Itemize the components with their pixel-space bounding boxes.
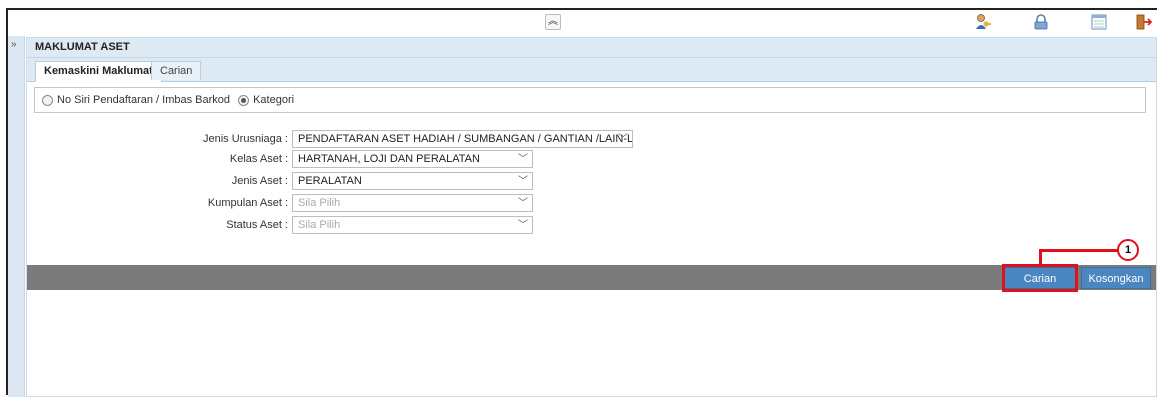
lock-icon[interactable] — [1032, 13, 1050, 31]
kelas-aset-value: HARTANAH, LOJI DAN PERALATAN — [298, 153, 480, 165]
callout-number-badge: 1 — [1117, 239, 1139, 261]
radio-no-siri[interactable] — [42, 94, 53, 106]
status-aset-select[interactable]: Sila Pilih ﹀ — [292, 216, 533, 234]
jenis-aset-label: Jenis Aset : — [231, 175, 288, 187]
carian-button-highlight — [1002, 264, 1078, 292]
user-key-icon[interactable] — [974, 13, 992, 31]
action-bar — [27, 265, 1156, 290]
chevron-down-icon: ﹀ — [518, 198, 528, 209]
kumpulan-aset-label: Kumpulan Aset : — [207, 197, 288, 209]
panel-title: MAKLUMAT ASET — [27, 38, 1156, 58]
top-toolbar: ︽ — [8, 10, 1157, 36]
kosongkan-button[interactable]: Kosongkan — [1081, 267, 1151, 289]
tab-kemaskini-maklumat[interactable]: Kemaskini Maklumat — [35, 61, 162, 82]
jenis-urusniaga-value: PENDAFTARAN ASET HADIAH / SUMBANGAN / GA… — [298, 133, 633, 145]
jenis-aset-value: PERALATAN — [298, 175, 362, 187]
callout-line-horizontal — [1039, 249, 1118, 252]
kelas-aset-label: Kelas Aset : — [229, 153, 288, 165]
chevron-down-icon: ﹀ — [518, 220, 528, 231]
maklumat-aset-panel: MAKLUMAT ASET Kemaskini Maklumat Carian … — [26, 37, 1157, 397]
tab-bar: Kemaskini Maklumat Carian — [27, 58, 1156, 82]
jenis-urusniaga-label: Jenis Urusniaga : — [203, 133, 288, 145]
chevron-down-icon: ﹀ — [618, 134, 628, 145]
tab-carian[interactable]: Carian — [151, 61, 202, 80]
kumpulan-aset-value: Sila Pilih — [298, 197, 341, 209]
callout-line-vertical — [1039, 250, 1042, 265]
chevron-double-up-icon[interactable]: ︽ — [545, 14, 561, 30]
status-aset-label: Status Aset : — [226, 219, 288, 231]
kumpulan-aset-select[interactable]: Sila Pilih ﹀ — [292, 194, 533, 212]
chevron-down-icon: ﹀ — [518, 176, 528, 187]
app-window: ︽ » MAKLUMAT ASET Kemaskini Maklumat Car… — [6, 8, 1157, 397]
jenis-urusniaga-select[interactable]: PENDAFTARAN ASET HADIAH / SUMBANGAN / GA… — [292, 130, 633, 148]
calendar-icon[interactable] — [1090, 13, 1108, 31]
radio-kategori[interactable] — [238, 94, 250, 106]
sidebar-toggle-strip[interactable]: » — [8, 36, 25, 397]
logout-icon[interactable] — [1136, 13, 1152, 31]
radio-no-siri-label: No Siri Pendaftaran / Imbas Barkod — [57, 94, 231, 106]
radio-kategori-label: Kategori — [253, 94, 295, 106]
jenis-aset-select[interactable]: PERALATAN ﹀ — [292, 172, 533, 190]
chevron-down-icon: ﹀ — [518, 154, 528, 165]
kelas-aset-select[interactable]: HARTANAH, LOJI DAN PERALATAN ﹀ — [292, 150, 533, 168]
search-mode-group: No Siri Pendaftaran / Imbas Barkod Kateg… — [34, 87, 1146, 113]
status-aset-value: Sila Pilih — [298, 219, 341, 231]
chevron-double-right-icon[interactable]: » — [11, 39, 17, 50]
